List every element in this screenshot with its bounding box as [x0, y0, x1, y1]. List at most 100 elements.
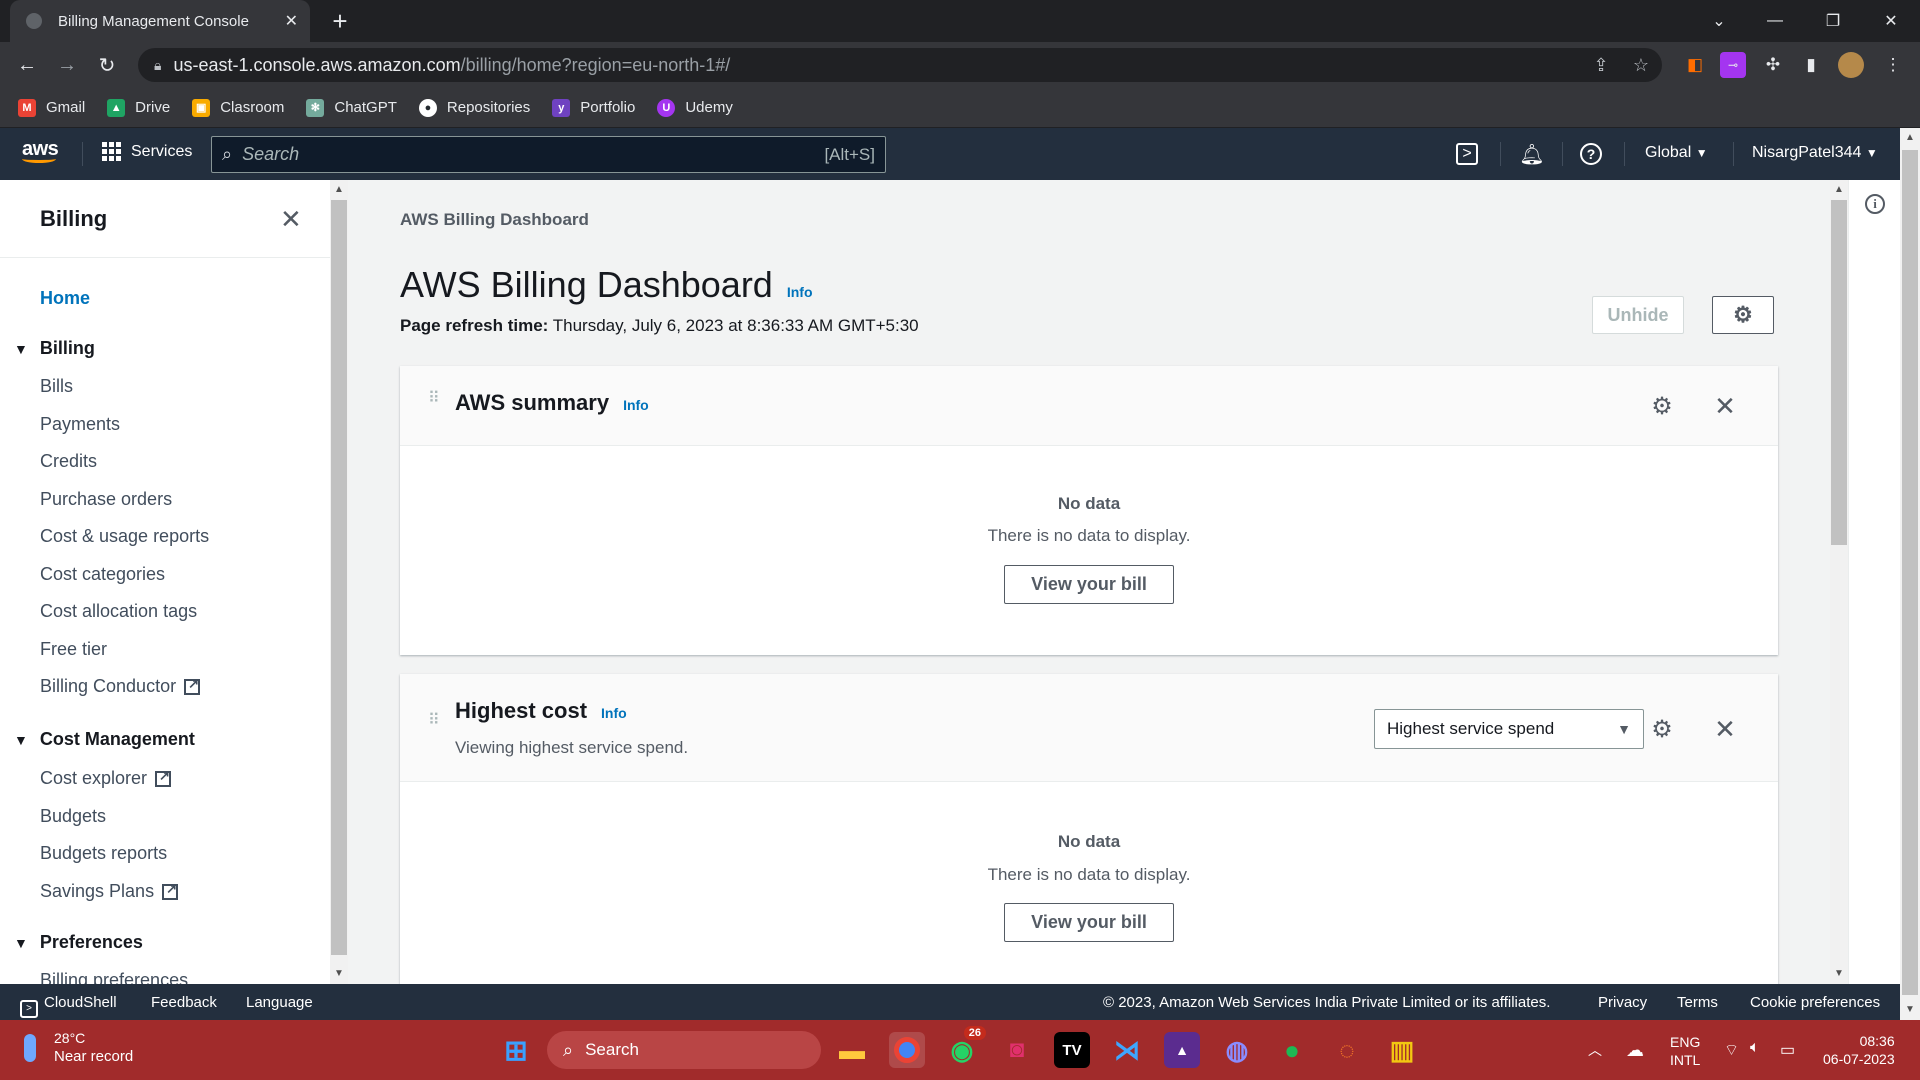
sidebar-section-cost-management[interactable]: ▼ Cost Management [14, 729, 195, 750]
scrollbar-thumb[interactable] [331, 200, 347, 955]
region-selector[interactable]: Global ▼ [1645, 144, 1708, 162]
extension-purple-icon[interactable]: ⊸ [1720, 52, 1746, 78]
cloudshell-button[interactable]: > CloudShell [20, 994, 117, 1018]
scrollbar-thumb[interactable] [1902, 150, 1918, 995]
onedrive-icon[interactable]: ☁ [1626, 1040, 1644, 1061]
close-sidebar-icon[interactable]: ✕ [280, 204, 302, 235]
bookmark-classroom[interactable]: ▣ Clasroom [192, 98, 284, 117]
media-app-icon[interactable]: ▲ [1164, 1032, 1200, 1068]
sidebar-item-payments[interactable]: Payments [40, 414, 120, 435]
view-your-bill-button[interactable]: View your bill [1004, 565, 1174, 604]
side-panel-icon[interactable]: ▮ [1798, 52, 1824, 78]
clock[interactable]: 08:36 06-07-2023 [1823, 1032, 1895, 1068]
sidebar-item-cost-categories[interactable]: Cost categories [40, 564, 165, 585]
sidebar-item-bills[interactable]: Bills [40, 376, 73, 397]
taskbar-search[interactable]: ⌕ Search [547, 1031, 821, 1069]
services-menu-button[interactable]: Services [102, 142, 192, 161]
back-icon[interactable]: ← [12, 50, 42, 80]
bookmark-udemy[interactable]: U Udemy [657, 98, 733, 117]
restore-button[interactable]: ❐ [1808, 0, 1858, 42]
breadcrumb[interactable]: AWS Billing Dashboard [400, 210, 589, 230]
gear-icon[interactable]: ⚙ [1648, 715, 1676, 743]
weather-widget[interactable]: 28°C Near record [24, 1030, 133, 1065]
aws-logo[interactable]: aws [22, 138, 59, 163]
info-circle-icon[interactable]: i [1865, 194, 1885, 214]
sidebar-item-cost-usage-reports[interactable]: Cost & usage reports [40, 526, 209, 547]
scrollbar-thumb[interactable] [1831, 200, 1847, 545]
language-link[interactable]: Language [246, 994, 313, 1011]
sidebar-item-billing-conductor[interactable]: Billing Conductor [40, 676, 201, 697]
scroll-down-icon[interactable]: ▼ [334, 968, 344, 979]
close-window-button[interactable]: ✕ [1866, 0, 1916, 42]
bookmark-drive[interactable]: ▲ Drive [107, 98, 170, 117]
sidebar-section-preferences[interactable]: ▼ Preferences [14, 932, 143, 953]
dashboard-settings-button[interactable]: ⚙ [1712, 296, 1774, 334]
feedback-link[interactable]: Feedback [151, 994, 217, 1011]
browser-menu-icon[interactable]: ⋮ [1880, 52, 1906, 78]
sidebar-item-credits[interactable]: Credits [40, 451, 97, 472]
extension-orange-icon[interactable]: ◧ [1682, 52, 1708, 78]
gear-icon[interactable]: ⚙ [1648, 392, 1676, 420]
spotify-icon[interactable]: ● [1274, 1032, 1310, 1068]
extensions-puzzle-icon[interactable]: ✣ [1760, 52, 1786, 78]
sidebar-item-budgets-reports[interactable]: Budgets reports [40, 843, 167, 864]
view-your-bill-button[interactable]: View your bill [1004, 903, 1174, 942]
bookmark-portfolio[interactable]: y Portfolio [552, 98, 635, 117]
power-bi-icon[interactable]: ▥ [1384, 1032, 1420, 1068]
sidebar-item-home[interactable]: Home [40, 288, 90, 309]
sidebar-item-purchase-orders[interactable]: Purchase orders [40, 489, 172, 510]
info-link[interactable]: Info [623, 397, 649, 413]
close-icon[interactable]: ✕ [1711, 714, 1739, 744]
file-explorer-icon[interactable]: ▬ [834, 1032, 870, 1068]
share-icon[interactable]: ⇪ [1586, 48, 1616, 82]
page-scrollbar[interactable]: ▲ ▼ [1900, 128, 1920, 1020]
scroll-up-icon[interactable]: ▲ [334, 184, 344, 195]
scroll-up-icon[interactable]: ▲ [1905, 132, 1915, 143]
tab-search-icon[interactable]: ⌄ [1694, 0, 1744, 42]
bookmark-star-icon[interactable]: ☆ [1626, 48, 1656, 82]
main-scrollbar[interactable]: ▲ ▼ [1830, 180, 1848, 984]
minimize-button[interactable]: — [1750, 0, 1800, 42]
scroll-up-icon[interactable]: ▲ [1834, 184, 1844, 195]
sidebar-item-free-tier[interactable]: Free tier [40, 639, 107, 660]
tray-overflow-icon[interactable]: ︿ [1588, 1040, 1602, 1060]
vscode-icon[interactable]: ⋊ [1109, 1032, 1145, 1068]
instagram-icon[interactable]: ◙ [999, 1032, 1035, 1068]
profile-avatar[interactable] [1838, 52, 1864, 78]
terms-link[interactable]: Terms [1677, 994, 1718, 1011]
volume-icon[interactable]: 🔈︎ [1750, 1039, 1760, 1057]
sidebar-item-budgets[interactable]: Budgets [40, 806, 106, 827]
new-tab-button[interactable]: + [325, 6, 355, 37]
lock-icon[interactable]: 🔒︎ [154, 57, 161, 74]
bookmark-repositories[interactable]: ● Repositories [418, 98, 530, 117]
chrome-icon[interactable] [889, 1032, 925, 1068]
scroll-down-icon[interactable]: ▼ [1834, 968, 1844, 979]
windows-start-icon[interactable]: ⊞ [498, 1032, 534, 1068]
address-bar[interactable]: 🔒︎ us-east-1.console.aws.amazon.com/bill… [138, 48, 1662, 82]
info-link[interactable]: Info [787, 284, 813, 300]
sidebar-item-cost-allocation-tags[interactable]: Cost allocation tags [40, 601, 197, 622]
sidebar-item-savings-plans[interactable]: Savings Plans [40, 881, 179, 902]
language-indicator[interactable]: ENG INTL [1670, 1033, 1700, 1069]
cloudshell-icon[interactable]: > [1456, 143, 1478, 165]
tradingview-icon[interactable]: TV [1054, 1032, 1090, 1068]
highest-cost-select[interactable]: Highest service spend ▼ [1374, 709, 1644, 749]
reload-icon[interactable]: ↻ [92, 50, 122, 80]
account-menu[interactable]: NisargPatel344 ▼ [1752, 144, 1878, 162]
cookie-preferences-link[interactable]: Cookie preferences [1750, 994, 1880, 1011]
search-input[interactable] [242, 144, 825, 165]
aws-search-box[interactable]: ⌕ [Alt+S] [211, 136, 886, 173]
whatsapp-icon[interactable]: ◉ 26 [944, 1026, 986, 1068]
forward-icon[interactable]: → [52, 50, 82, 80]
bookmark-chatgpt[interactable]: ✻ ChatGPT [306, 98, 397, 117]
scroll-down-icon[interactable]: ▼ [1905, 1004, 1915, 1015]
sidebar-item-billing-preferences[interactable]: Billing preferences [40, 970, 188, 984]
wifi-icon[interactable]: ⌔ [1724, 1040, 1739, 1060]
browser-tab[interactable]: Billing Management Console ✕ [10, 0, 310, 42]
sidebar-item-cost-explorer[interactable]: Cost explorer [40, 768, 172, 789]
bookmark-gmail[interactable]: M Gmail [18, 98, 85, 117]
help-icon[interactable]: ? [1580, 143, 1602, 165]
sidebar-scrollbar[interactable]: ▲ ▼ [330, 180, 348, 984]
github-desktop-icon[interactable]: ◍ [1219, 1032, 1255, 1068]
battery-icon[interactable]: ▭ [1780, 1040, 1795, 1060]
